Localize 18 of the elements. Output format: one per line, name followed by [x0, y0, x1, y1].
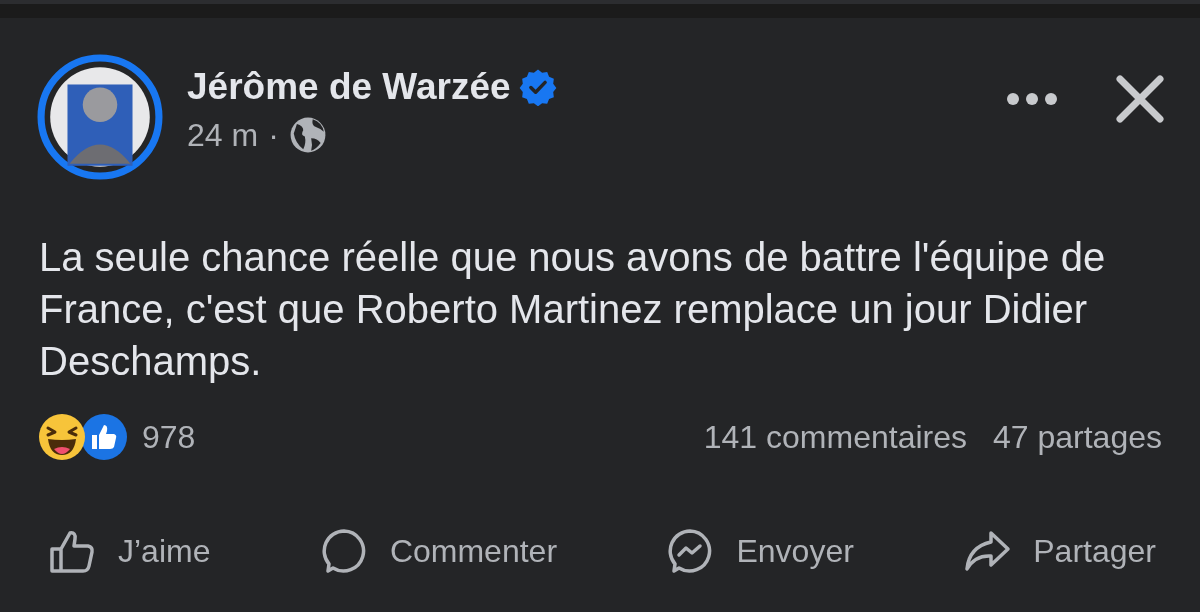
- share-action-button[interactable]: Partager: [959, 523, 1160, 579]
- laughing-emoji-icon[interactable]: [38, 413, 86, 461]
- avatar-icon[interactable]: [37, 54, 163, 180]
- more-options-icon[interactable]: [1006, 92, 1058, 106]
- post-time[interactable]: 24 m: [187, 116, 259, 154]
- stat-link[interactable]: 141 commentaires: [703, 418, 967, 456]
- send-action-button[interactable]: Envoyer: [662, 523, 858, 579]
- comment-action-button[interactable]: Commenter: [315, 523, 562, 579]
- author-name[interactable]: Jérôme de Warzée: [187, 66, 511, 108]
- separator-dot: ·: [268, 116, 279, 154]
- close-icon[interactable]: [1116, 75, 1164, 123]
- post-text: La seule chance réelle que nous avons de battre l'équipe de France, c'est que Roberto Martinez remplace un jour Didier Deschamps.: [38, 234, 1107, 385]
- like-action-button[interactable]: J’aime: [44, 523, 215, 579]
- thumbs-up-icon[interactable]: [80, 413, 128, 461]
- globe-icon[interactable]: [288, 116, 327, 154]
- speech-bubble-icon: [319, 527, 368, 575]
- reaction-count[interactable]: 978: [142, 418, 196, 456]
- stat-link[interactable]: 47 partages: [993, 418, 1162, 456]
